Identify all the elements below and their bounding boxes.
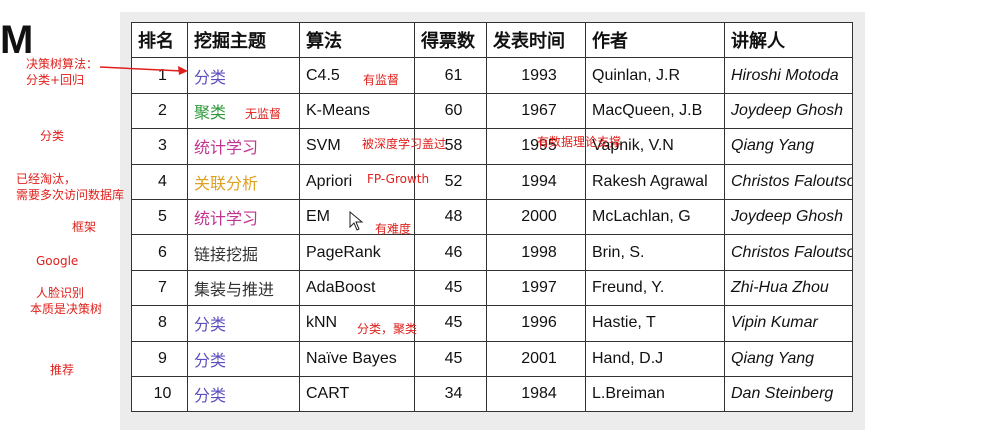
cell-topic: 统计学习	[187, 198, 300, 236]
annotation-face-line2: 本质是决策树	[30, 302, 103, 316]
annotation-deep-learning: 被深度学习盖过	[362, 137, 447, 151]
cell-year: 1996	[486, 305, 586, 342]
cell-algorithm: K-Means	[299, 92, 415, 130]
annotation-decision-tree-line1: 决策树算法：	[26, 57, 99, 71]
annotation-classify: 分类	[40, 129, 65, 143]
cell-votes: 46	[414, 234, 487, 271]
table-header-row: 排名 挖掘主题 算法 得票数 发表时间 作者 讲解人	[131, 21, 853, 59]
annotation-classify-cluster: 分类，聚类	[357, 322, 418, 336]
cell-author: Hastie, T	[585, 305, 725, 342]
table-row: 4 关联分析 Apriori 52 1994 Rakesh Agrawal Christos…	[131, 163, 853, 200]
cell-author: Quinlan, J.R	[585, 57, 725, 94]
annotation-data-theory: 有数据理论支撑	[537, 135, 622, 149]
cell-rank: 9	[131, 340, 188, 377]
algorithms-table: 排名 挖掘主题 算法 得票数 发表时间 作者 讲解人 1 分类 C4.5 61 1993…	[131, 21, 853, 413]
cell-author: Hand, D.J	[585, 340, 725, 377]
cell-speaker: Dan Steinberg	[724, 375, 853, 413]
cell-topic: 分类	[187, 375, 300, 413]
table-row: 3 统计学习 SVM 58 1995 Vapnik, V.N Qiang Yang	[131, 128, 853, 165]
header-speaker: 讲解人	[724, 21, 853, 59]
cell-topic: 分类	[187, 340, 300, 377]
cell-topic: 链接挖掘	[187, 234, 300, 271]
cell-speaker: Qiang Yang	[724, 340, 853, 377]
cell-year: 1997	[486, 269, 586, 307]
cell-speaker: Christos Faloutsos	[724, 234, 853, 271]
cell-votes: 34	[414, 375, 487, 413]
cell-votes: 45	[414, 340, 487, 377]
table-row: 1 分类 C4.5 61 1993 Quinlan, J.R Hiroshi Motoda	[131, 57, 853, 94]
cell-year: 2001	[486, 340, 586, 377]
table-row: 10 分类 CART 34 1984 L.Breiman Dan Steinberg	[131, 375, 853, 413]
annotation-decision-tree-line2: 分类+回归	[26, 73, 85, 87]
cell-algorithm: Naïve Bayes	[299, 340, 415, 377]
cell-year: 1967	[486, 92, 586, 130]
annotation-supervised: 有监督	[363, 73, 400, 87]
header-algorithm: 算法	[299, 21, 415, 59]
header-topic: 挖掘主题	[187, 21, 300, 59]
mouse-pointer-icon	[349, 211, 364, 231]
cell-algorithm: AdaBoost	[299, 269, 415, 307]
cell-topic: 聚类	[187, 92, 300, 130]
header-year: 发表时间	[486, 21, 586, 59]
cell-year: 1998	[486, 234, 586, 271]
table-row: 8 分类 kNN 45 1996 Hastie, T Vipin Kumar	[131, 305, 853, 342]
cell-author: Brin, S.	[585, 234, 725, 271]
cell-topic: 集装与推进	[187, 269, 300, 307]
table-row: 6 链接挖掘 PageRank 46 1998 Brin, S. Christos Falo…	[131, 234, 853, 271]
annotation-framework: 框架	[72, 220, 97, 234]
table-row: 5 统计学习 EM 48 2000 McLachlan, G Joydeep Ghosh	[131, 198, 853, 236]
cell-year: 1993	[486, 57, 586, 94]
cell-rank: 3	[131, 128, 188, 165]
cell-algorithm: PageRank	[299, 234, 415, 271]
annotation-recommend: 推荐	[50, 363, 75, 377]
cell-speaker: Joydeep Ghosh	[724, 92, 853, 130]
annotation-face-line1: 人脸识别	[36, 286, 85, 300]
red-arrow-icon	[99, 66, 188, 75]
cell-year: 1984	[486, 375, 586, 413]
cell-topic: 关联分析	[187, 163, 300, 200]
cell-speaker: Hiroshi Motoda	[724, 57, 853, 94]
cell-speaker: Qiang Yang	[724, 128, 853, 165]
cell-rank: 6	[131, 234, 188, 271]
cell-author: Freund, Y.	[585, 269, 725, 307]
cell-votes: 48	[414, 198, 487, 236]
cell-rank: 8	[131, 305, 188, 342]
table-row: 7 集装与推进 AdaBoost 45 1997 Freund, Y. Zhi-Hua Zh…	[131, 269, 853, 307]
cell-rank: 2	[131, 92, 188, 130]
cell-rank: 7	[131, 269, 188, 307]
annotation-obsolete-line1: 已经淘汰，	[16, 172, 77, 186]
cell-speaker: Vipin Kumar	[724, 305, 853, 342]
cell-speaker: Joydeep Ghosh	[724, 198, 853, 236]
cell-topic: 分类	[187, 57, 300, 94]
cell-author: MacQueen, J.B	[585, 92, 725, 130]
cell-author: Rakesh Agrawal	[585, 163, 725, 200]
table-row: 2 聚类 K-Means 60 1967 MacQueen, J.B Joydeep Gho…	[131, 92, 853, 130]
cell-rank: 4	[131, 163, 188, 200]
annotation-obsolete-line2: 需要多次访问数据库	[16, 188, 125, 202]
header-rank: 排名	[131, 21, 188, 59]
cell-author: L.Breiman	[585, 375, 725, 413]
table-row: 9 分类 Naïve Bayes 45 2001 Hand, D.J Qiang Yang	[131, 340, 853, 377]
cell-topic: 分类	[187, 305, 300, 342]
cell-votes: 61	[414, 57, 487, 94]
cell-algorithm: CART	[299, 375, 415, 413]
cell-year: 1994	[486, 163, 586, 200]
cell-votes: 45	[414, 269, 487, 307]
cell-year: 2000	[486, 198, 586, 236]
annotation-unsupervised: 无监督	[245, 107, 282, 121]
cell-speaker: Zhi-Hua Zhou	[724, 269, 853, 307]
annotation-difficult: 有难度	[375, 222, 412, 236]
annotation-fp-growth: FP-Growth	[367, 172, 430, 186]
cell-rank: 10	[131, 375, 188, 413]
cell-topic: 统计学习	[187, 128, 300, 165]
header-votes: 得票数	[414, 21, 487, 59]
cell-votes: 45	[414, 305, 487, 342]
header-author: 作者	[585, 21, 725, 59]
annotation-google: Google	[36, 254, 79, 268]
cell-rank: 5	[131, 198, 188, 236]
cell-votes: 60	[414, 92, 487, 130]
cell-author: McLachlan, G	[585, 198, 725, 236]
cell-speaker: Christos Faloutsos	[724, 163, 853, 200]
